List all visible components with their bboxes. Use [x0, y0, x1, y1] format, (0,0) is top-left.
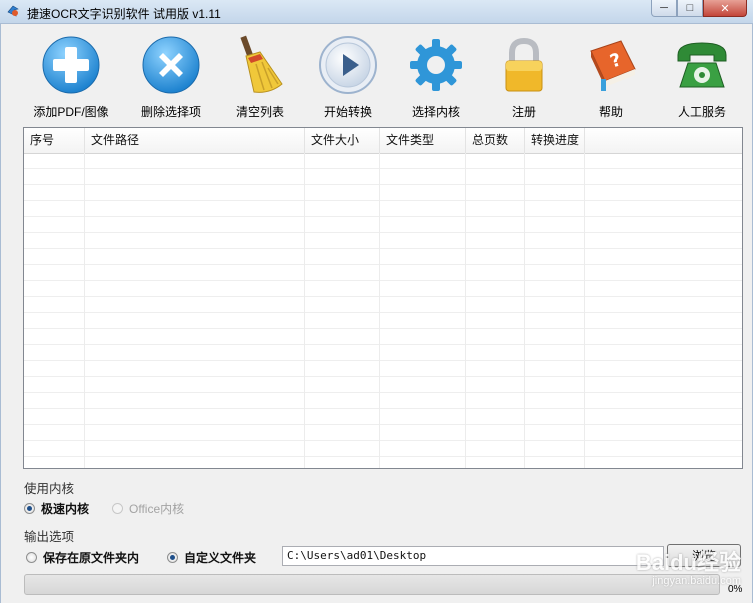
- radio-button[interactable]: [24, 503, 35, 514]
- output-path-field[interactable]: C:\Users\ad01\Desktop: [282, 546, 664, 566]
- app-logo-icon: [7, 5, 19, 17]
- radio-button[interactable]: [167, 552, 178, 563]
- select-engine-label: 选择内核: [411, 105, 460, 119]
- engine-option-fast-label[interactable]: 极速内核: [41, 500, 89, 517]
- table-body[interactable]: [24, 153, 742, 468]
- progress-percent: 0%: [728, 584, 743, 595]
- engine-option-fast[interactable]: 极速内核: [24, 500, 89, 517]
- toolbar: 添加PDF/图像 删除选择项 清空列表 开始转换 选择内核 注册 ? 帮助 人工…: [0, 34, 753, 122]
- maximize-button[interactable]: □: [677, 0, 703, 17]
- browse-button[interactable]: 浏览: [667, 544, 741, 567]
- start-convert-button[interactable]: 开始转换: [312, 34, 384, 122]
- output-option-custom-folder[interactable]: 自定义文件夹: [167, 549, 256, 566]
- window-controls: ─ □ ✕: [651, 0, 747, 18]
- select-engine-button[interactable]: 选择内核: [400, 34, 472, 122]
- play-icon: [317, 34, 379, 96]
- manual-service-button[interactable]: 人工服务: [666, 34, 738, 122]
- radio-button: [112, 503, 123, 514]
- table-column: [380, 153, 466, 468]
- column-header-path[interactable]: 文件路径: [85, 128, 305, 153]
- table-column: [24, 153, 85, 468]
- lock-icon: [493, 34, 555, 96]
- clear-list-button[interactable]: 清空列表: [224, 34, 296, 122]
- help-button[interactable]: ? 帮助: [577, 34, 645, 122]
- column-header-size[interactable]: 文件大小: [305, 128, 380, 153]
- delete-selected-button[interactable]: 删除选择项: [133, 34, 209, 122]
- manual-service-label: 人工服务: [677, 105, 726, 119]
- file-list-table[interactable]: 序号 文件路径 文件大小 文件类型 总页数 转换进度: [23, 127, 743, 469]
- title-bar[interactable]: 捷速OCR文字识别软件 试用版 v1.11 ─ □ ✕: [0, 0, 753, 24]
- table-column: [85, 153, 305, 468]
- column-header-pages[interactable]: 总页数: [466, 128, 525, 153]
- delete-icon: [140, 34, 202, 96]
- column-header-type[interactable]: 文件类型: [380, 128, 466, 153]
- register-button[interactable]: 注册: [490, 34, 558, 122]
- output-section-label: 输出选项: [24, 530, 75, 544]
- delete-selected-label: 删除选择项: [140, 105, 201, 119]
- column-header-progress[interactable]: 转换进度: [525, 128, 585, 153]
- table-column: [305, 153, 380, 468]
- engine-option-office: Office内核: [112, 500, 184, 517]
- radio-button[interactable]: [26, 552, 37, 563]
- output-option-custom-folder-label[interactable]: 自定义文件夹: [184, 549, 256, 566]
- table-column: [585, 153, 742, 468]
- add-icon: [40, 34, 102, 96]
- table-column: [466, 153, 525, 468]
- help-book-icon: ?: [580, 34, 642, 96]
- engine-section-label: 使用内核: [24, 482, 75, 496]
- table-header: 序号 文件路径 文件大小 文件类型 总页数 转换进度: [24, 128, 742, 154]
- close-button[interactable]: ✕: [703, 0, 747, 17]
- start-convert-label: 开始转换: [323, 105, 372, 119]
- broom-icon: [229, 34, 291, 96]
- column-header-filler: [585, 128, 742, 153]
- register-label: 注册: [511, 105, 536, 119]
- help-label: 帮助: [598, 105, 623, 119]
- engine-option-office-label: Office内核: [129, 502, 185, 516]
- gear-icon: [405, 34, 467, 96]
- minimize-button[interactable]: ─: [651, 0, 677, 17]
- telephone-icon: [671, 34, 733, 96]
- clear-list-label: 清空列表: [235, 105, 284, 119]
- window-title: 捷速OCR文字识别软件 试用版 v1.11: [27, 7, 221, 21]
- output-option-original-folder[interactable]: 保存在原文件夹内: [26, 549, 139, 566]
- table-column: [525, 153, 585, 468]
- output-option-original-folder-label[interactable]: 保存在原文件夹内: [43, 549, 139, 566]
- column-header-index[interactable]: 序号: [24, 128, 85, 153]
- add-pdf-image-label: 添加PDF/图像: [33, 105, 109, 119]
- add-pdf-image-button[interactable]: 添加PDF/图像: [33, 34, 109, 122]
- conversion-progress-bar: [24, 574, 720, 595]
